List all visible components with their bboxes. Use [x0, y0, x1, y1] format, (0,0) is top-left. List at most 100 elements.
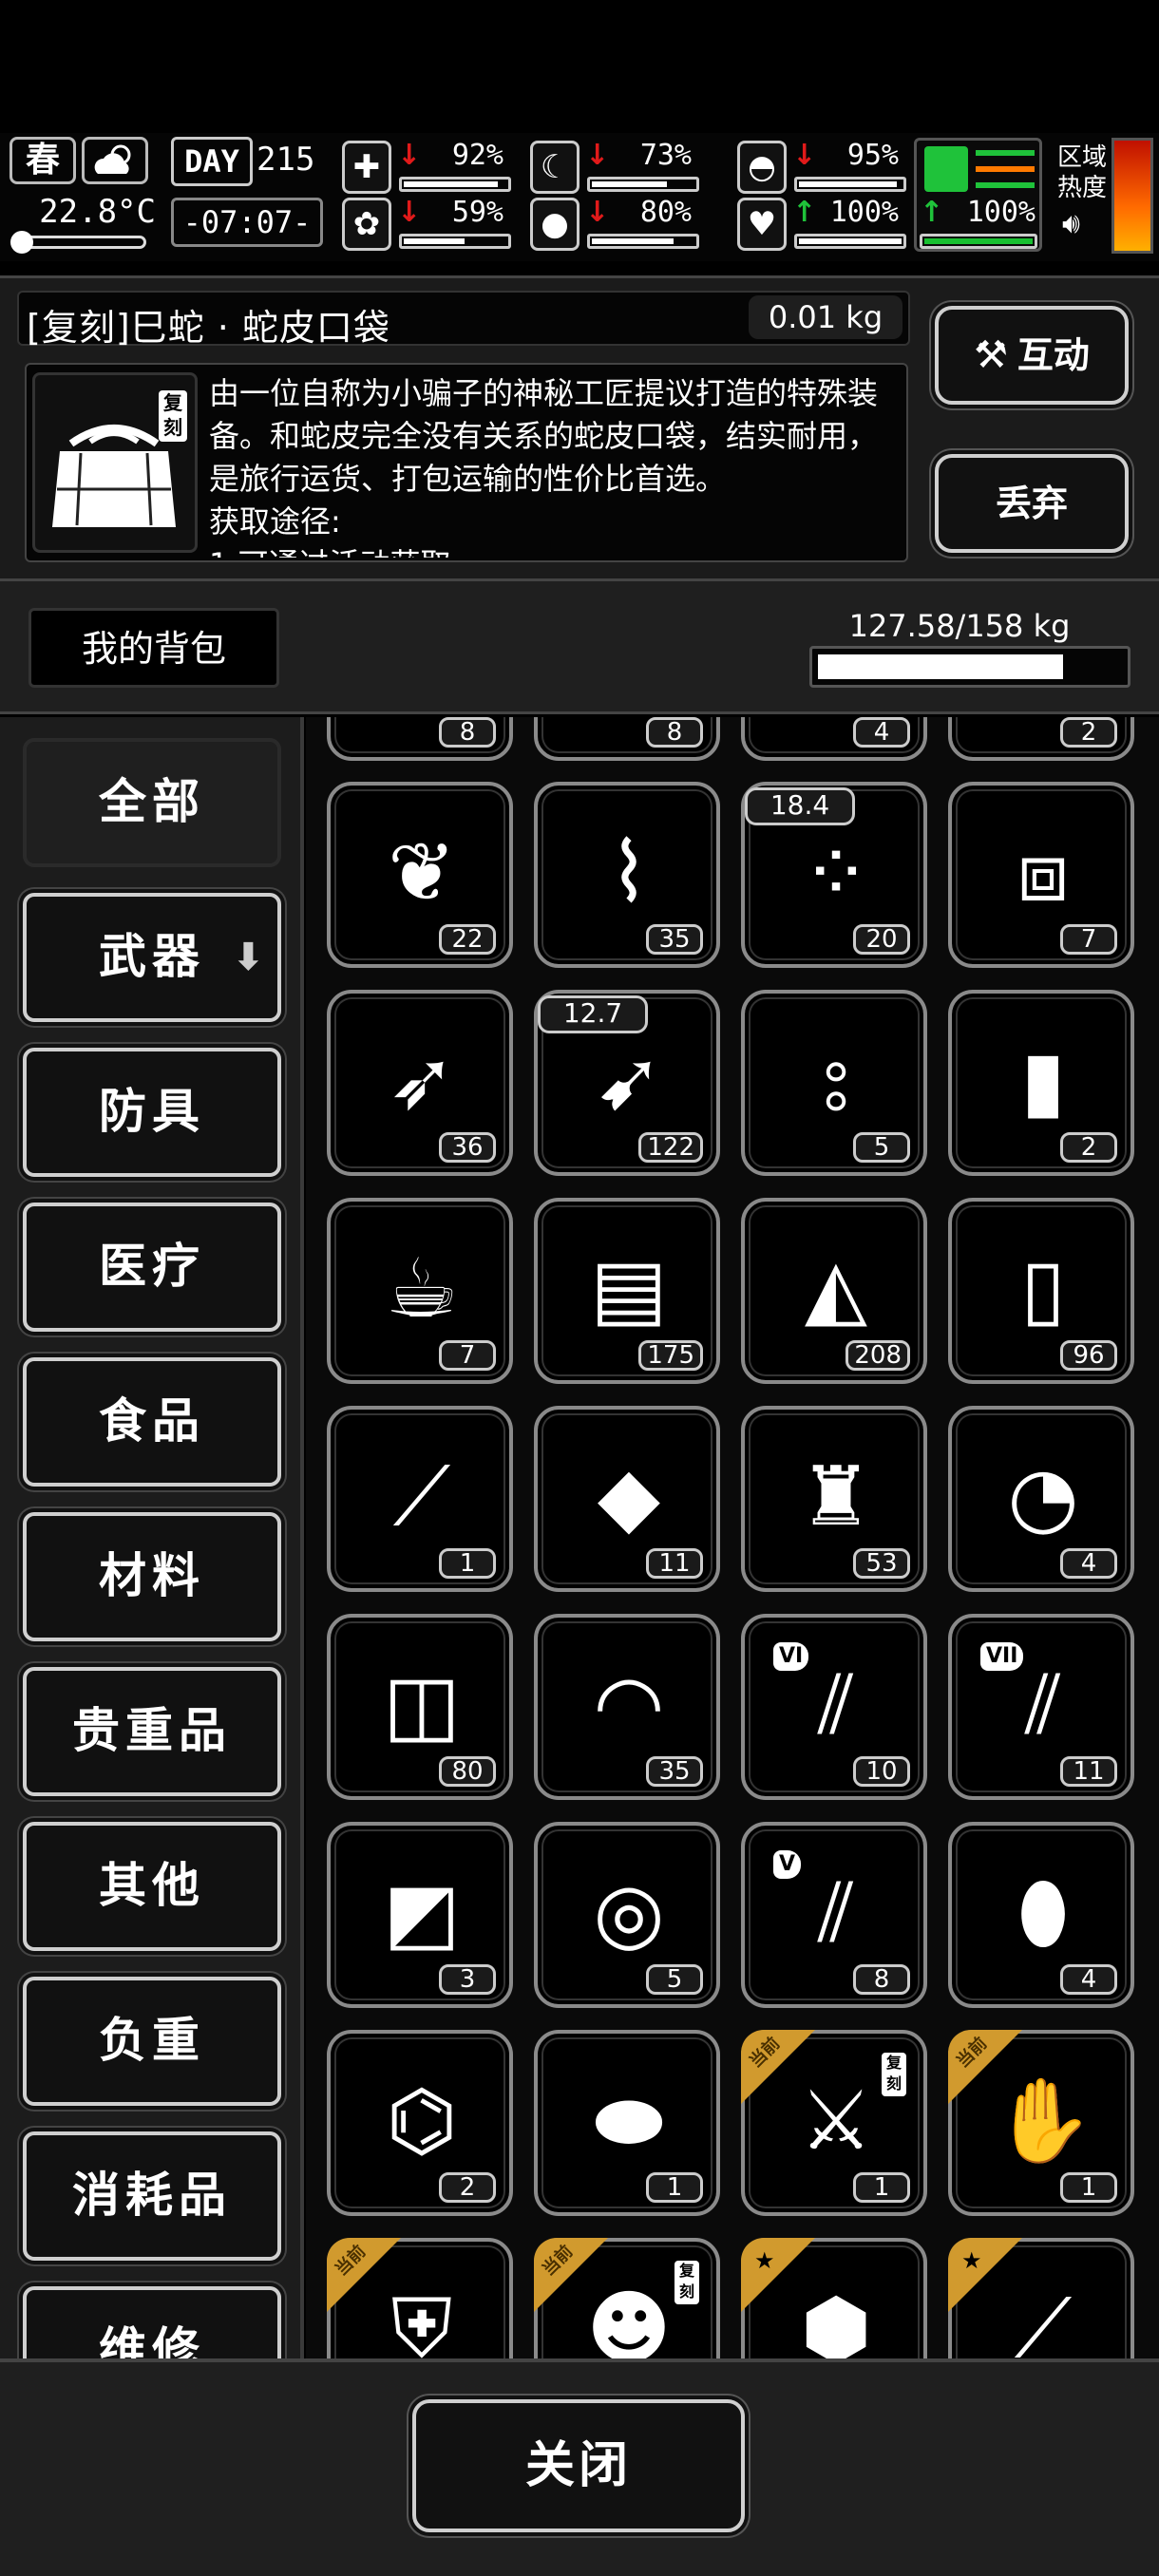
category-tab-1[interactable]: 武器 ⬇ [23, 893, 281, 1022]
hammer-icon: ⚒ [974, 333, 1008, 377]
inventory-slot[interactable]: ⫽ V 8 [741, 1822, 927, 2008]
inventory-slot-partial[interactable]: 2 [948, 717, 1134, 761]
stat-bar [399, 234, 511, 249]
stomach-icon: ☾ [530, 141, 580, 194]
coffee-cup-icon: ☕ [385, 1241, 459, 1336]
bag-title: 我的背包 [28, 608, 279, 688]
torn-shirt-icon: ♜ [799, 1449, 873, 1544]
towel-icon: ◠ [593, 1657, 665, 1752]
tier-badge: VII [980, 1642, 1024, 1671]
star-icon: ★ [754, 2247, 775, 2274]
inventory-slot-partial[interactable]: 8 [534, 717, 720, 761]
inventory-slot[interactable]: ▤ 175 [534, 1198, 720, 1384]
category-sidebar[interactable]: 全部武器 ⬇ 防具医疗食品材料贵重品其他负重消耗品维修 [0, 717, 304, 2358]
inventory-slot[interactable]: ♜ 53 [741, 1406, 927, 1592]
item-count: 96 [1060, 1340, 1117, 1371]
inventory-slot[interactable]: ➶ 36 [327, 990, 513, 1176]
area-heat-meter [1112, 138, 1153, 254]
item-count: 8 [646, 717, 703, 748]
inventory-slot[interactable]: ⧈ 7 [948, 782, 1134, 968]
inventory-slot[interactable]: ◩ 3 [327, 1822, 513, 2008]
category-tab-3[interactable]: 医疗 [23, 1203, 281, 1332]
inventory-slot[interactable]: 当前 ☻ 复刻 [534, 2238, 720, 2358]
inventory-slot[interactable]: 当前 ⛨ [327, 2238, 513, 2358]
inventory-slot[interactable]: ◆ 11 [534, 1406, 720, 1592]
fabric-roll-icon: ◔ [1007, 1449, 1079, 1544]
inventory-slot[interactable]: ⁘ 18.4 20 [741, 782, 927, 968]
item-count: 7 [1060, 924, 1117, 955]
stat-bar-fill [799, 181, 897, 187]
inventory-slot[interactable]: ◠ 35 [534, 1614, 720, 1800]
obtain-line: 1.可通过活动获取 [209, 546, 451, 558]
category-tab-10[interactable]: 维修 [23, 2286, 281, 2358]
inventory-slot[interactable]: ◔ 4 [948, 1406, 1134, 1592]
discard-button[interactable]: 丢弃 [935, 454, 1129, 553]
inventory-slot[interactable]: ★ ⬢ [741, 2238, 927, 2358]
inventory-slot[interactable]: 当前 ⚔ 复刻 1 [741, 2030, 927, 2216]
test-tube-icon: ⫽ [817, 1866, 855, 1960]
item-count: 2 [1060, 1132, 1117, 1163]
category-label: 食品 [99, 1393, 205, 1449]
water-bottle-icon: ▮ [1020, 1033, 1066, 1128]
inventory-slot[interactable]: 当前 ✋ 1 [948, 2030, 1134, 2216]
interact-button[interactable]: ⚒ 互动 [935, 306, 1129, 405]
gloves-icon: ✋ [992, 2074, 1094, 2169]
inventory-slot-partial[interactable]: 8 [327, 717, 513, 761]
inventory-grid[interactable]: 8 8 4 2 ❦ 22 ⌇ 35 ⁘ 18.4 20 ⧈ 7 ➶ 36 ➹ 12.7 122 ⦂ 5 ▮ 2 ☕ 7 ▤ 175… [306, 717, 1159, 2358]
inventory-slot[interactable]: ◭ 208 [741, 1198, 927, 1384]
obtain-label: 获取途径: [209, 503, 341, 540]
season-indicator: 春 [10, 137, 76, 184]
item-count: 11 [646, 1548, 703, 1579]
rocket-icon: ➶ [387, 1033, 457, 1128]
inventory-slot[interactable]: ➹ 12.7 122 [534, 990, 720, 1176]
inventory-slot-partial[interactable]: 4 [741, 717, 927, 761]
category-tab-9[interactable]: 消耗品 [23, 2131, 281, 2261]
stat-bar-fill [799, 238, 902, 244]
inventory-slot[interactable]: ⬬ 1 [534, 2030, 720, 2216]
caliber-badge: 18.4 [745, 787, 855, 825]
item-count: 4 [853, 717, 910, 748]
category-tab-6[interactable]: 贵重品 [23, 1667, 281, 1796]
item-count: 2 [439, 2172, 496, 2203]
reprint-tag: 复刻 [159, 390, 187, 442]
item-count: 4 [1060, 1964, 1117, 1995]
inventory-slot[interactable]: ⌬ 2 [327, 2030, 513, 2216]
item-count: 2 [1060, 717, 1117, 748]
item-count: 35 [646, 924, 703, 955]
category-tab-7[interactable]: 其他 [23, 1822, 281, 1951]
inventory-slot[interactable]: ⬮ 4 [948, 1822, 1134, 2008]
item-count: 5 [646, 1964, 703, 1995]
inventory-slot[interactable]: ⫽ VI 10 [741, 1614, 927, 1800]
inventory-slot[interactable]: ★ ⟋ [948, 2238, 1134, 2358]
item-count: 3 [439, 1964, 496, 1995]
rpg-launcher-icon: ⟋ [392, 1449, 451, 1544]
stat-value: 100% [966, 196, 1036, 229]
inventory-slot[interactable]: ☕ 7 [327, 1198, 513, 1384]
rifle-bullet-icon: ➹ [594, 1033, 664, 1128]
inventory-slot[interactable]: ◎ 5 [534, 1822, 720, 2008]
reprint-tag: 复刻 [674, 2261, 699, 2304]
wood-log-icon: ⬬ [594, 2074, 664, 2169]
close-button[interactable]: 关闭 [412, 2399, 745, 2532]
inventory-slot[interactable]: ⟋ 1 [327, 1406, 513, 1592]
inventory-slot[interactable]: ⫽ VII 11 [948, 1614, 1134, 1800]
inventory-slot[interactable]: ▮ 2 [948, 990, 1134, 1176]
inventory-slot[interactable]: ❦ 22 [327, 782, 513, 968]
category-label: 材料 [99, 1548, 205, 1603]
category-tab-0[interactable]: 全部 [23, 738, 281, 867]
item-count: 7 [439, 1340, 496, 1371]
heart-icon: ♥ [737, 198, 787, 251]
inventory-slot[interactable]: ⌇ 35 [534, 782, 720, 968]
stat-bar-fill [404, 181, 499, 187]
category-tab-4[interactable]: 食品 [23, 1357, 281, 1487]
category-tab-8[interactable]: 负重 [23, 1977, 281, 2106]
gold-ore-icon: ◆ [597, 1449, 661, 1544]
stat-bar [587, 177, 699, 192]
category-tab-5[interactable]: 材料 [23, 1512, 281, 1641]
inventory-slot[interactable]: ◫ 80 [327, 1614, 513, 1800]
gold-cloth-icon: ◩ [383, 1866, 461, 1960]
inventory-slot[interactable]: ⦂ 5 [741, 990, 927, 1176]
category-tab-2[interactable]: 防具 [23, 1048, 281, 1177]
item-count: 4 [1060, 1548, 1117, 1579]
inventory-slot[interactable]: ▯ 96 [948, 1198, 1134, 1384]
